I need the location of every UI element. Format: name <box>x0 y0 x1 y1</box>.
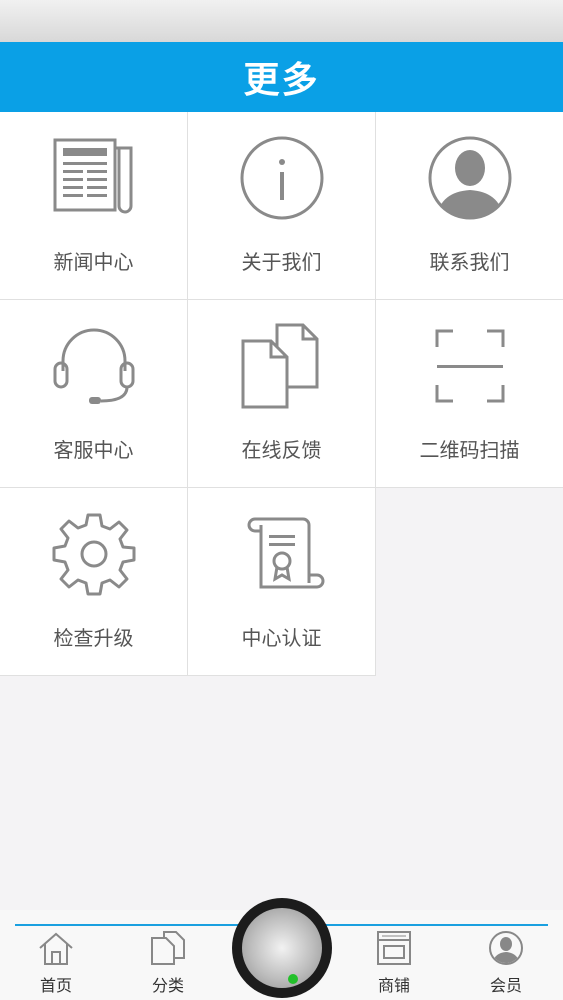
grid-item-label: 联系我们 <box>429 250 510 274</box>
grid-item-certification[interactable]: 中心认证 <box>188 488 376 676</box>
tab-label: 首页 <box>39 976 72 995</box>
headset-icon <box>44 316 144 416</box>
grid-item-qr-scan[interactable]: 二维码扫描 <box>376 300 563 488</box>
tab-label: 商铺 <box>377 976 410 995</box>
center-action-button[interactable] <box>232 898 332 998</box>
metal-disc <box>242 908 322 988</box>
grid-item-check-update[interactable]: 检查升级 <box>0 488 188 676</box>
certificate-icon <box>232 504 332 604</box>
status-dot <box>288 974 298 984</box>
tab-shop[interactable]: 商铺 <box>354 930 434 1000</box>
grid-item-contact-us[interactable]: 联系我们 <box>376 112 563 300</box>
header-bar: 更多 <box>0 42 563 112</box>
tab-category[interactable]: 分类 <box>128 930 208 1000</box>
scan-icon <box>420 316 520 416</box>
grid-item-label: 客服中心 <box>53 438 134 462</box>
member-icon <box>486 930 526 970</box>
newspaper-icon <box>44 128 144 228</box>
info-icon <box>232 128 332 228</box>
grid-item-label: 在线反馈 <box>241 438 322 462</box>
category-icon <box>148 930 188 970</box>
documents-icon <box>232 316 332 416</box>
grid-item-label: 检查升级 <box>53 626 134 650</box>
status-bar <box>0 0 563 42</box>
person-icon <box>420 128 520 228</box>
tab-home[interactable]: 首页 <box>16 930 96 1000</box>
grid-item-online-feedback[interactable]: 在线反馈 <box>188 300 376 488</box>
gear-icon <box>44 504 144 604</box>
grid-item-news-center[interactable]: 新闻中心 <box>0 112 188 300</box>
grid-item-about-us[interactable]: 关于我们 <box>188 112 376 300</box>
grid-item-label: 关于我们 <box>241 250 322 274</box>
shop-icon <box>374 930 414 970</box>
tab-label: 会员 <box>489 976 522 995</box>
tab-label: 分类 <box>151 976 184 995</box>
tab-member[interactable]: 会员 <box>466 930 546 1000</box>
grid-empty-cell <box>376 488 563 676</box>
grid-item-label: 新闻中心 <box>53 250 134 274</box>
home-icon <box>36 930 76 970</box>
grid-item-service-center[interactable]: 客服中心 <box>0 300 188 488</box>
grid-item-label: 中心认证 <box>241 626 322 650</box>
grid-item-label: 二维码扫描 <box>419 438 520 462</box>
page-title: 更多 <box>243 60 320 101</box>
